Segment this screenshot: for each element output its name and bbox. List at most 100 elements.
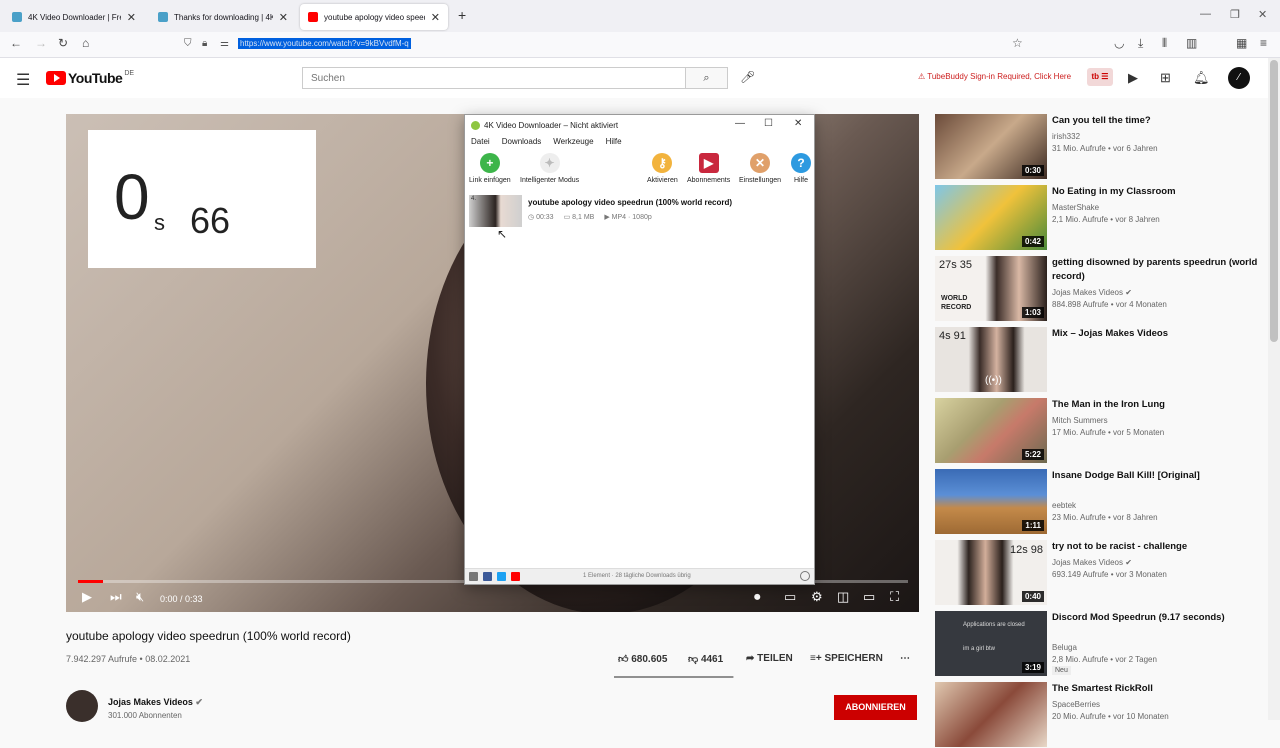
tubebuddy-warning-link[interactable]: ⚠ TubeBuddy Sign-in Required, Click Here [918, 72, 1071, 81]
page-scrollbar[interactable] [1268, 58, 1280, 720]
activate-button[interactable]: ⚷ Aktivieren [647, 153, 678, 184]
recommendation-channel[interactable]: Mitch Summers [1052, 416, 1108, 425]
lock-icon[interactable]: 🔒︎ [202, 38, 207, 49]
recommendation-title[interactable]: Insane Dodge Ball Kill! [Original] [1052, 469, 1262, 483]
next-video-icon[interactable]: ⏭ [110, 589, 122, 605]
create-video-icon[interactable]: ▶︎ [1128, 70, 1138, 86]
smart-mode-button[interactable]: ✦ Intelligenter Modus [520, 153, 579, 184]
menu-hilfe[interactable]: Hilfe [606, 137, 622, 151]
facebook-icon[interactable] [483, 572, 492, 581]
video-thumbnail[interactable]: 4s 91 ((•)) [935, 327, 1047, 392]
address-bar[interactable]: ⛉ 🔒︎ ⚌ https://www.youtube.com/watch?v=9… [176, 34, 1036, 55]
minimize-window-icon[interactable]: — [1200, 8, 1211, 20]
recommendation-title[interactable]: The Smartest RickRoll [1052, 682, 1262, 696]
youtube-logo[interactable]: YouTube DE [46, 70, 134, 86]
recommendation-title[interactable]: The Man in the Iron Lung [1052, 398, 1262, 412]
recommendation-title[interactable]: Discord Mod Speedrun (9.17 seconds) [1052, 611, 1262, 625]
youtube-icon[interactable] [511, 572, 520, 581]
scrollbar-thumb[interactable] [1270, 60, 1278, 342]
extension-icon[interactable]: ▦ [1236, 36, 1247, 50]
theater-mode-icon[interactable]: ▭ [863, 589, 875, 605]
notifications-bell-icon[interactable]: 🔔︎ [1193, 70, 1210, 86]
recommendation-channel[interactable]: SpaceBerries [1052, 700, 1100, 709]
downloads-icon[interactable]: ⤓ [1138, 36, 1143, 51]
home-icon[interactable]: ⌂ [82, 36, 89, 50]
recommendation-title[interactable]: getting disowned by parents speedrun (wo… [1052, 256, 1262, 284]
video-thumbnail[interactable]: 12s 98 0:40 [935, 540, 1047, 605]
autoplay-toggle[interactable]: ⏺ [754, 589, 761, 605]
apps-grid-icon[interactable]: ⊞ [1160, 70, 1171, 86]
subscriptions-button[interactable]: ▶ Abonnements [687, 153, 730, 184]
recommendation-title[interactable]: Can you tell the time? [1052, 114, 1262, 128]
recommendation-item[interactable]: 4s 91 ((•)) Mix – Jojas Makes Videos [935, 327, 1265, 393]
subtitles-icon[interactable]: ▭ [784, 589, 796, 605]
recommendation-item[interactable]: 0:30 Can you tell the time? irish332 31 … [935, 114, 1265, 180]
close-icon[interactable]: ✕ [794, 118, 802, 129]
recommendation-channel[interactable]: Jojas Makes Videos ✔ [1052, 288, 1132, 297]
close-tab-icon[interactable]: ✕ [431, 11, 440, 24]
dislike-button[interactable]: 👎︎ 4461 [688, 653, 723, 665]
settings-gear-icon[interactable]: ⚙ [811, 589, 823, 605]
paste-link-button[interactable]: + Link einfügen [469, 153, 511, 184]
subscribe-button[interactable]: ABONNIEREN [834, 695, 917, 720]
download-list-item[interactable]: 4. youtube apology video speedrun (100% … [469, 195, 809, 229]
video-thumbnail[interactable]: 1:11 [935, 469, 1047, 534]
forward-arrow-icon[interactable]: → [35, 36, 47, 50]
library-icon[interactable]: ⫴ [1162, 36, 1167, 51]
video-thumbnail[interactable]: 0:30 [935, 114, 1047, 179]
fullscreen-icon[interactable]: ⛶ [890, 589, 899, 605]
recommendation-item[interactable]: Applications are closed im a girl btw 3:… [935, 611, 1265, 677]
video-thumbnail[interactable]: 27s 35 WORLD RECORD 1:03 [935, 256, 1047, 321]
downloader-title-bar[interactable]: 4K Video Downloader – Nicht aktiviert [465, 115, 814, 135]
url-text[interactable]: https://www.youtube.com/watch?v=9kBVvdfM… [238, 38, 411, 49]
menu-datei[interactable]: Datei [471, 137, 490, 151]
video-thumbnail[interactable]: 5:22 [935, 398, 1047, 463]
video-thumbnail[interactable]: Applications are closed im a girl btw 3:… [935, 611, 1047, 676]
restore-window-icon[interactable]: ❐ [1230, 8, 1240, 21]
tab-4k-downloader[interactable]: 4K Video Downloader | Free Vid ✕ [4, 4, 144, 30]
globe-icon[interactable] [800, 571, 810, 581]
menu-downloads[interactable]: Downloads [502, 137, 542, 151]
channel-name[interactable]: Jojas Makes Videos ✔ [108, 697, 203, 708]
like-button[interactable]: 👍︎ 680.605 [618, 653, 667, 665]
share-button[interactable]: ➦ TEILEN [746, 653, 793, 664]
recommendation-title[interactable]: No Eating in my Classroom [1052, 185, 1262, 199]
shield-icon[interactable]: ⛉ [184, 38, 192, 49]
bookmark-star-icon[interactable]: ☆ [1012, 36, 1023, 50]
recommendation-item[interactable]: 0:42 No Eating in my Classroom MasterSha… [935, 185, 1265, 251]
play-icon[interactable]: ▶ [82, 589, 92, 605]
close-tab-icon[interactable]: ✕ [127, 11, 136, 24]
maximize-icon[interactable]: ☐ [764, 118, 773, 129]
account-avatar[interactable]: ⁄ [1228, 67, 1250, 89]
miniplayer-icon[interactable]: ◫ [837, 589, 849, 605]
guide-menu-icon[interactable]: ☰ [16, 70, 30, 90]
close-window-icon[interactable]: ✕ [1258, 8, 1267, 21]
more-actions-icon[interactable]: ⋯ [900, 653, 910, 664]
recommendation-title[interactable]: try not to be racist - challenge [1052, 540, 1262, 554]
recommendation-channel[interactable]: MasterShake [1052, 203, 1099, 212]
recommendation-channel[interactable]: Beluga [1052, 643, 1077, 652]
channel-avatar[interactable] [66, 690, 98, 722]
tab-thanks-for-downloading[interactable]: Thanks for downloading | 4K Do ✕ [150, 4, 296, 30]
reload-icon[interactable]: ↻ [58, 36, 68, 50]
recommendation-item[interactable]: 5:22 The Man in the Iron Lung Mitch Summ… [935, 398, 1265, 464]
video-thumbnail[interactable] [935, 682, 1047, 747]
search-input[interactable] [302, 67, 686, 89]
save-button[interactable]: ≡+ SPEICHERN [810, 653, 883, 664]
pocket-icon[interactable]: ◡ [1114, 36, 1124, 50]
menu-hamburger-icon[interactable]: ≡ [1260, 36, 1267, 50]
tab-youtube-active[interactable]: youtube apology video speedr ✕ [300, 4, 448, 30]
recommendation-item[interactable]: 12s 98 0:40 try not to be racist - chall… [935, 540, 1265, 606]
mute-icon[interactable]: 🔇︎ [136, 589, 144, 605]
menu-werkzeuge[interactable]: Werkzeuge [553, 137, 593, 151]
search-button[interactable]: ⌕ [686, 67, 728, 89]
recommendation-channel[interactable]: irish332 [1052, 132, 1080, 141]
settings-button[interactable]: ✕ Einstellungen [739, 153, 781, 184]
help-button[interactable]: ? Hilfe [791, 153, 811, 184]
permissions-icon[interactable]: ⚌ [220, 38, 229, 49]
video-thumbnail[interactable]: 0:42 [935, 185, 1047, 250]
voice-search-mic-icon[interactable]: 🎤︎ [740, 70, 755, 84]
twitter-icon[interactable] [497, 572, 506, 581]
recommendation-item[interactable]: 27s 35 WORLD RECORD 1:03 getting disowne… [935, 256, 1265, 322]
recommendation-channel[interactable]: Jojas Makes Videos ✔ [1052, 558, 1132, 567]
